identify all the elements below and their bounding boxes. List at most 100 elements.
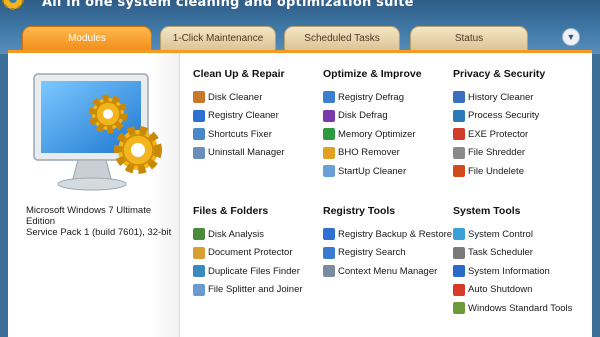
tab-modules[interactable]: Modules [22, 26, 152, 52]
history-icon [453, 91, 465, 104]
module-file-shredder[interactable]: File Shredder [453, 144, 581, 163]
duplicate-icon [193, 265, 205, 278]
module-disk-analysis[interactable]: Disk Analysis [193, 225, 321, 244]
modules-panel: Microsoft Windows 7 Ultimate Edition Ser… [8, 50, 592, 337]
os-info-text: Microsoft Windows 7 Ultimate Edition Ser… [26, 205, 172, 238]
module-registry-backup-restore[interactable]: Registry Backup & Restore [323, 225, 453, 244]
module-registry-cleaner[interactable]: Registry Cleaner [193, 107, 321, 126]
system-control-icon [453, 228, 465, 241]
broom-icon [193, 91, 205, 104]
module-system-control[interactable]: System Control [453, 225, 581, 244]
registry-backup-icon [323, 228, 335, 241]
module-label: System Control [468, 228, 533, 240]
module-label: Windows Standard Tools [468, 302, 573, 314]
module-system-information[interactable]: System Information [453, 262, 581, 281]
exe-shield-icon [453, 128, 465, 141]
app-tagline: All in one system cleaning and optimizat… [42, 0, 414, 10]
module-registry-defrag[interactable]: Registry Defrag [323, 88, 451, 107]
module-process-security[interactable]: Process Security [453, 107, 581, 126]
clock-icon [453, 246, 465, 259]
module-label: Disk Cleaner [208, 91, 263, 103]
module-exe-protector[interactable]: EXE Protector [453, 125, 581, 144]
tab-status[interactable]: Status [410, 26, 528, 50]
module-duplicate-files-finder[interactable]: Duplicate Files Finder [193, 262, 321, 281]
shredder-icon [453, 146, 465, 159]
section-system-tools: System Tools System Control Task Schedul… [453, 204, 581, 318]
module-label: Registry Defrag [338, 91, 404, 103]
module-file-undelete[interactable]: File Undelete [453, 162, 581, 181]
app-logo-gear-icon [2, 0, 24, 10]
module-context-menu-manager[interactable]: Context Menu Manager [323, 262, 451, 281]
tab-1-click-maintenance[interactable]: 1-Click Maintenance [160, 26, 276, 50]
module-startup-cleaner[interactable]: StartUp Cleaner [323, 162, 451, 181]
module-history-cleaner[interactable]: History Cleaner [453, 88, 581, 107]
section-title: Clean Up & Repair [193, 68, 285, 80]
module-label: Disk Defrag [338, 110, 388, 122]
registry-search-icon [323, 246, 335, 259]
module-label: Registry Cleaner [208, 110, 279, 122]
module-label: File Shredder [468, 147, 526, 159]
section-files-folders: Files & Folders Disk Analysis Document P… [193, 204, 321, 299]
defrag-icon [323, 91, 335, 104]
module-uninstall-manager[interactable]: Uninstall Manager [193, 144, 321, 163]
section-registry-tools: Registry Tools Registry Backup & Restore… [323, 204, 453, 281]
module-label: Context Menu Manager [338, 265, 438, 277]
module-task-scheduler[interactable]: Task Scheduler [453, 244, 581, 263]
module-shortcuts-fixer[interactable]: Shortcuts Fixer [193, 125, 321, 144]
context-menu-icon [323, 265, 335, 278]
splitter-icon [193, 283, 205, 296]
section-title: Optimize & Improve [323, 68, 422, 80]
registry-cube-icon [193, 109, 205, 122]
section-optimize-improve: Optimize & Improve Registry Defrag Disk … [323, 67, 451, 181]
system-info-panel: Microsoft Windows 7 Ultimate Edition Ser… [8, 53, 180, 337]
module-auto-shutdown[interactable]: Auto Shutdown [453, 281, 581, 300]
chevron-down-icon: ▼ [566, 32, 576, 42]
undelete-icon [453, 165, 465, 178]
menu-dropdown-button[interactable]: ▼ [562, 28, 580, 46]
disk-defrag-icon [323, 109, 335, 122]
uninstall-icon [193, 146, 205, 159]
section-title: Privacy & Security [453, 68, 546, 80]
windows-tools-icon [453, 302, 465, 315]
module-label: StartUp Cleaner [338, 165, 407, 177]
module-disk-defrag[interactable]: Disk Defrag [323, 107, 451, 126]
module-windows-standard-tools[interactable]: Windows Standard Tools [453, 299, 581, 318]
module-label: Process Security [468, 110, 540, 122]
app-header: All in one system cleaning and optimizat… [0, 0, 600, 54]
module-label: File Undelete [468, 165, 524, 177]
module-document-protector[interactable]: Document Protector [193, 244, 321, 263]
module-label: Uninstall Manager [208, 147, 285, 159]
module-label: Duplicate Files Finder [208, 265, 300, 277]
memory-icon [323, 128, 335, 141]
module-label: Memory Optimizer [338, 128, 416, 140]
section-privacy-security: Privacy & Security History Cleaner Proce… [453, 67, 581, 181]
module-bho-remover[interactable]: BHO Remover [323, 144, 451, 163]
power-icon [453, 283, 465, 296]
module-label: Registry Search [338, 247, 406, 259]
bho-icon [323, 146, 335, 159]
module-label: System Information [468, 265, 550, 277]
process-icon [453, 109, 465, 122]
module-label: Auto Shutdown [468, 284, 533, 296]
info-icon [453, 265, 465, 278]
module-label: Disk Analysis [208, 228, 264, 240]
module-file-splitter-joiner[interactable]: File Splitter and Joiner [193, 281, 321, 300]
module-disk-cleaner[interactable]: Disk Cleaner [193, 88, 321, 107]
tab-scheduled-tasks[interactable]: Scheduled Tasks [284, 26, 400, 50]
section-clean-up-repair: Clean Up & Repair Disk Cleaner Registry … [193, 67, 321, 162]
module-label: EXE Protector [468, 128, 529, 140]
monitor-gears-icon [33, 73, 162, 191]
module-label: BHO Remover [338, 147, 400, 159]
startup-icon [323, 165, 335, 178]
shortcut-icon [193, 128, 205, 141]
module-label: File Splitter and Joiner [208, 284, 303, 296]
section-title: System Tools [453, 205, 521, 217]
document-icon [193, 246, 205, 259]
module-memory-optimizer[interactable]: Memory Optimizer [323, 125, 451, 144]
module-label: History Cleaner [468, 91, 534, 103]
module-label: Registry Backup & Restore [338, 228, 453, 240]
disk-analysis-icon [193, 228, 205, 241]
section-title: Registry Tools [323, 205, 396, 217]
section-title: Files & Folders [193, 205, 269, 217]
module-registry-search[interactable]: Registry Search [323, 244, 451, 263]
